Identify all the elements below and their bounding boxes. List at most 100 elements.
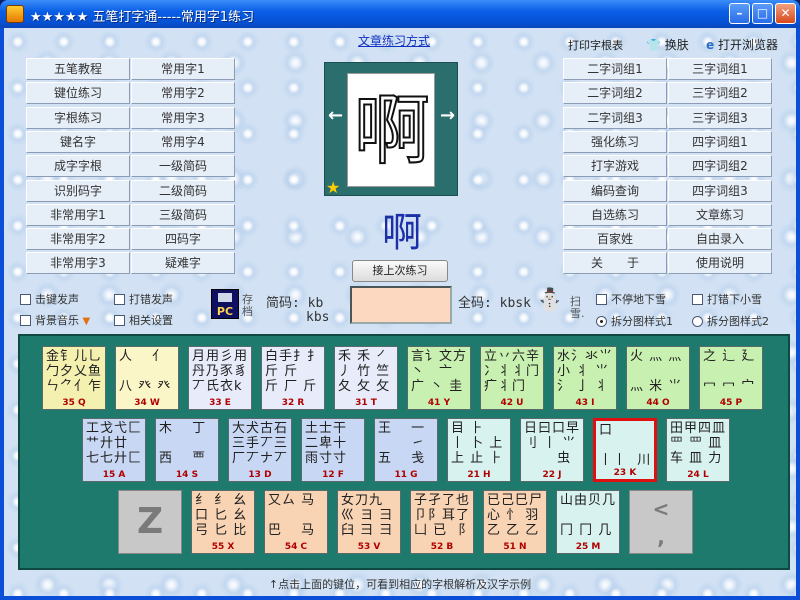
dropdown-arrow-icon[interactable]: ▼ bbox=[83, 316, 91, 327]
key-r[interactable]: 白手扌扌 斤 斤 斤 厂 斤 32 R bbox=[261, 346, 325, 410]
right-menu-item[interactable]: 打字游戏 bbox=[563, 155, 667, 178]
right-menu-item[interactable]: 三字词组1 bbox=[668, 58, 772, 80]
right-menu-item[interactable]: 二字词组1 bbox=[563, 58, 667, 80]
radical-style1-label: 拆分图样式1 bbox=[611, 315, 673, 328]
key-p[interactable]: 之 辶 廴 冖 冖 宀 45 P bbox=[699, 346, 763, 410]
left-menu-item[interactable]: 常用字1 bbox=[131, 58, 235, 80]
key-sound-checkbox[interactable]: 击键发声 bbox=[20, 291, 79, 307]
key-s[interactable]: 木 丁 西 覀 14 S bbox=[155, 418, 219, 482]
continue-button[interactable]: 接上次练习 bbox=[352, 260, 448, 282]
next-char-arrow[interactable]: → bbox=[440, 105, 455, 126]
right-menu-item[interactable]: 三字词组2 bbox=[668, 82, 772, 105]
left-menu-item[interactable]: 非常用字2 bbox=[26, 228, 130, 251]
left-menu-item[interactable]: 四码字 bbox=[131, 228, 235, 251]
key-h[interactable]: 目 ⺊ 丨 卜 上 上 止 ⺊ 21 H bbox=[447, 418, 511, 482]
title-bar[interactable]: ★★★★★ 五笔打字通-----常用字1练习 – □ ✕ bbox=[0, 0, 800, 28]
key-o[interactable]: 火 灬 灬 灬 米 ⺌ 44 O bbox=[626, 346, 690, 410]
right-menu-item[interactable]: 二字词组3 bbox=[563, 106, 667, 129]
error-sound-checkbox[interactable]: 打错发声 bbox=[114, 291, 173, 307]
related-settings-checkbox[interactable]: 相关设置 bbox=[114, 312, 173, 328]
key-l[interactable]: 田甲四皿 罒 罒 皿 车 皿 力 24 L bbox=[666, 418, 730, 482]
bg-music-label: 背景音乐 bbox=[35, 314, 79, 327]
key-e[interactable]: 月用彡用 丹乃豕豸 丆氏衣k 33 E bbox=[188, 346, 252, 410]
typing-input[interactable] bbox=[350, 286, 452, 324]
right-menu-item[interactable]: 三字词组3 bbox=[668, 106, 772, 129]
left-menu-item[interactable]: 三级简码 bbox=[131, 203, 235, 226]
bg-music-checkbox[interactable]: 背景音乐 ▼ bbox=[20, 312, 90, 328]
key-v[interactable]: 女刀九 巛 ヨ 彐 臼 彐 ⺕ 53 V bbox=[337, 490, 401, 554]
left-menu-item[interactable]: 常用字3 bbox=[131, 106, 235, 129]
key-m[interactable]: 山由贝几 冂 冂 几 25 M bbox=[556, 490, 620, 554]
right-menu-item[interactable]: 关 于 bbox=[563, 252, 667, 275]
key-a[interactable]: 工戈弋匚 艹廾廿 七七廾匚 15 A bbox=[82, 418, 146, 482]
key-u[interactable]: 立丷六辛 冫丬丬门 疒丬门 42 U bbox=[480, 346, 544, 410]
left-menu-item[interactable]: 常用字4 bbox=[131, 130, 235, 153]
key-label: 41 Y bbox=[427, 398, 451, 408]
app-window: ★★★★★ 五笔打字通-----常用字1练习 – □ ✕ 文章练习方式 打印字根… bbox=[0, 0, 800, 600]
keyboard-map: 金钅儿乚 勹夕乂鱼 ㄣ⺈亻乍 35 Q 人 亻 八 癶 癶 34 W 月用彡用 丹乃豕豸… bbox=[18, 334, 790, 570]
key-roots: 王 一 ㇀ 五 戋 bbox=[378, 421, 426, 466]
right-menu-item[interactable]: 强化练习 bbox=[563, 130, 667, 153]
left-menu-item[interactable]: 非常用字1 bbox=[26, 203, 130, 226]
key-n[interactable]: 已己巳尸 心 忄 羽 乙 乙 乙 51 N bbox=[483, 490, 547, 554]
key-i[interactable]: 水⺡氺⺌ 小 丬 ⺌ 氵 亅 丬 43 I bbox=[553, 346, 617, 410]
key-roots: 工戈弋匚 艹廾廿 七七廾匚 bbox=[86, 421, 142, 466]
skin-link[interactable]: 👕 换肤 bbox=[646, 36, 689, 53]
print-table-link[interactable]: 打印字根表 bbox=[568, 37, 623, 53]
right-menu-item[interactable]: 二字词组2 bbox=[563, 82, 667, 105]
left-menu-item[interactable]: 疑难字 bbox=[131, 252, 235, 275]
app-icon bbox=[6, 5, 24, 23]
left-menu-item[interactable]: 字根练习 bbox=[26, 106, 130, 129]
snowman-icon[interactable]: ⛄ bbox=[536, 288, 563, 313]
checkbox-box bbox=[114, 315, 125, 326]
left-menu-item[interactable]: 键名字 bbox=[26, 130, 130, 153]
key-Z[interactable]: Z bbox=[118, 490, 182, 554]
left-menu-item[interactable]: 键位练习 bbox=[26, 82, 130, 105]
key-f[interactable]: 土士干 二卑十 雨寸寸 12 F bbox=[301, 418, 365, 482]
right-menu-item[interactable]: 使用说明 bbox=[668, 252, 772, 275]
left-menu-item[interactable]: 识别码字 bbox=[26, 179, 130, 202]
key-y[interactable]: 言讠文方 丶 亠 广 丶 圭 41 Y bbox=[407, 346, 471, 410]
left-menu-item[interactable]: 常用字2 bbox=[131, 82, 235, 105]
browser-link[interactable]: e 打开浏览器 bbox=[706, 36, 778, 53]
key-g[interactable]: 王 一 ㇀ 五 戋 11 G bbox=[374, 418, 438, 482]
right-menu-item[interactable]: 四字词组3 bbox=[668, 179, 772, 202]
left-menu-item[interactable]: 五笔教程 bbox=[26, 58, 130, 80]
key-x[interactable]: 纟 纟 幺 口 匕 幺 弓 匕 比 55 X bbox=[191, 490, 255, 554]
key-q[interactable]: 金钅儿乚 勹夕乂鱼 ㄣ⺈亻乍 35 Q bbox=[42, 346, 106, 410]
right-menu-item[interactable]: 百家姓 bbox=[563, 228, 667, 251]
current-char: 啊 bbox=[382, 210, 422, 256]
save-pc-icon[interactable]: PC bbox=[211, 289, 239, 319]
right-menu-item[interactable]: 四字词组2 bbox=[668, 155, 772, 178]
right-menu-item[interactable]: 编码查询 bbox=[563, 179, 667, 202]
right-menu-item[interactable]: 自由录入 bbox=[668, 228, 772, 251]
left-menu-item[interactable]: 二级简码 bbox=[131, 179, 235, 202]
prev-char-arrow[interactable]: ← bbox=[328, 105, 343, 126]
key-t[interactable]: 禾 禾 ㇒ 丿 竹 竺 夂 攵 攵 31 T bbox=[334, 346, 398, 410]
key-w[interactable]: 人 亻 八 癶 癶 34 W bbox=[115, 346, 179, 410]
error-snow-checkbox[interactable]: 打错下小雪 bbox=[692, 291, 762, 307]
close-button[interactable]: ✕ bbox=[775, 3, 796, 24]
right-menu-item[interactable]: 自选练习 bbox=[563, 203, 667, 226]
article-mode-link[interactable]: 文章练习方式 bbox=[358, 32, 430, 49]
left-menu-item[interactable]: 非常用字3 bbox=[26, 252, 130, 275]
maximize-button[interactable]: □ bbox=[752, 3, 773, 24]
minimize-button[interactable]: – bbox=[729, 3, 750, 24]
checkbox-box bbox=[20, 315, 31, 326]
right-menu-item[interactable]: 四字词组1 bbox=[668, 130, 772, 153]
key-j[interactable]: 日曰口早 刂 丨 ⺌ 虫 22 J bbox=[520, 418, 584, 482]
key-b[interactable]: 子孑了也 卩阝耳了 凵 已 ⻏ 52 B bbox=[410, 490, 474, 554]
key-label: 21 H bbox=[467, 470, 491, 480]
left-menu-item[interactable]: 一级简码 bbox=[131, 155, 235, 178]
radical-style2-radio[interactable]: 拆分图样式2 bbox=[692, 313, 769, 329]
key-k[interactable]: 口 丨丨 川 23 K bbox=[593, 418, 657, 482]
key-c[interactable]: 又ㄙ 马 巴 马 54 C bbox=[264, 490, 328, 554]
key-roots: 又ㄙ 马 巴 马 bbox=[268, 493, 316, 538]
key-<,[interactable]: < , bbox=[629, 490, 693, 554]
no-snow-checkbox[interactable]: 不停地下雪 bbox=[596, 291, 666, 307]
radical-style1-radio[interactable]: 拆分图样式1 bbox=[596, 313, 673, 329]
key-d[interactable]: 大犬古石 三手丆三 厂丆ナ丆 13 D bbox=[228, 418, 292, 482]
left-menu-item[interactable]: 成字字根 bbox=[26, 155, 130, 178]
right-menu-item[interactable]: 文章练习 bbox=[668, 203, 772, 226]
key-label: 55 X bbox=[211, 542, 235, 552]
